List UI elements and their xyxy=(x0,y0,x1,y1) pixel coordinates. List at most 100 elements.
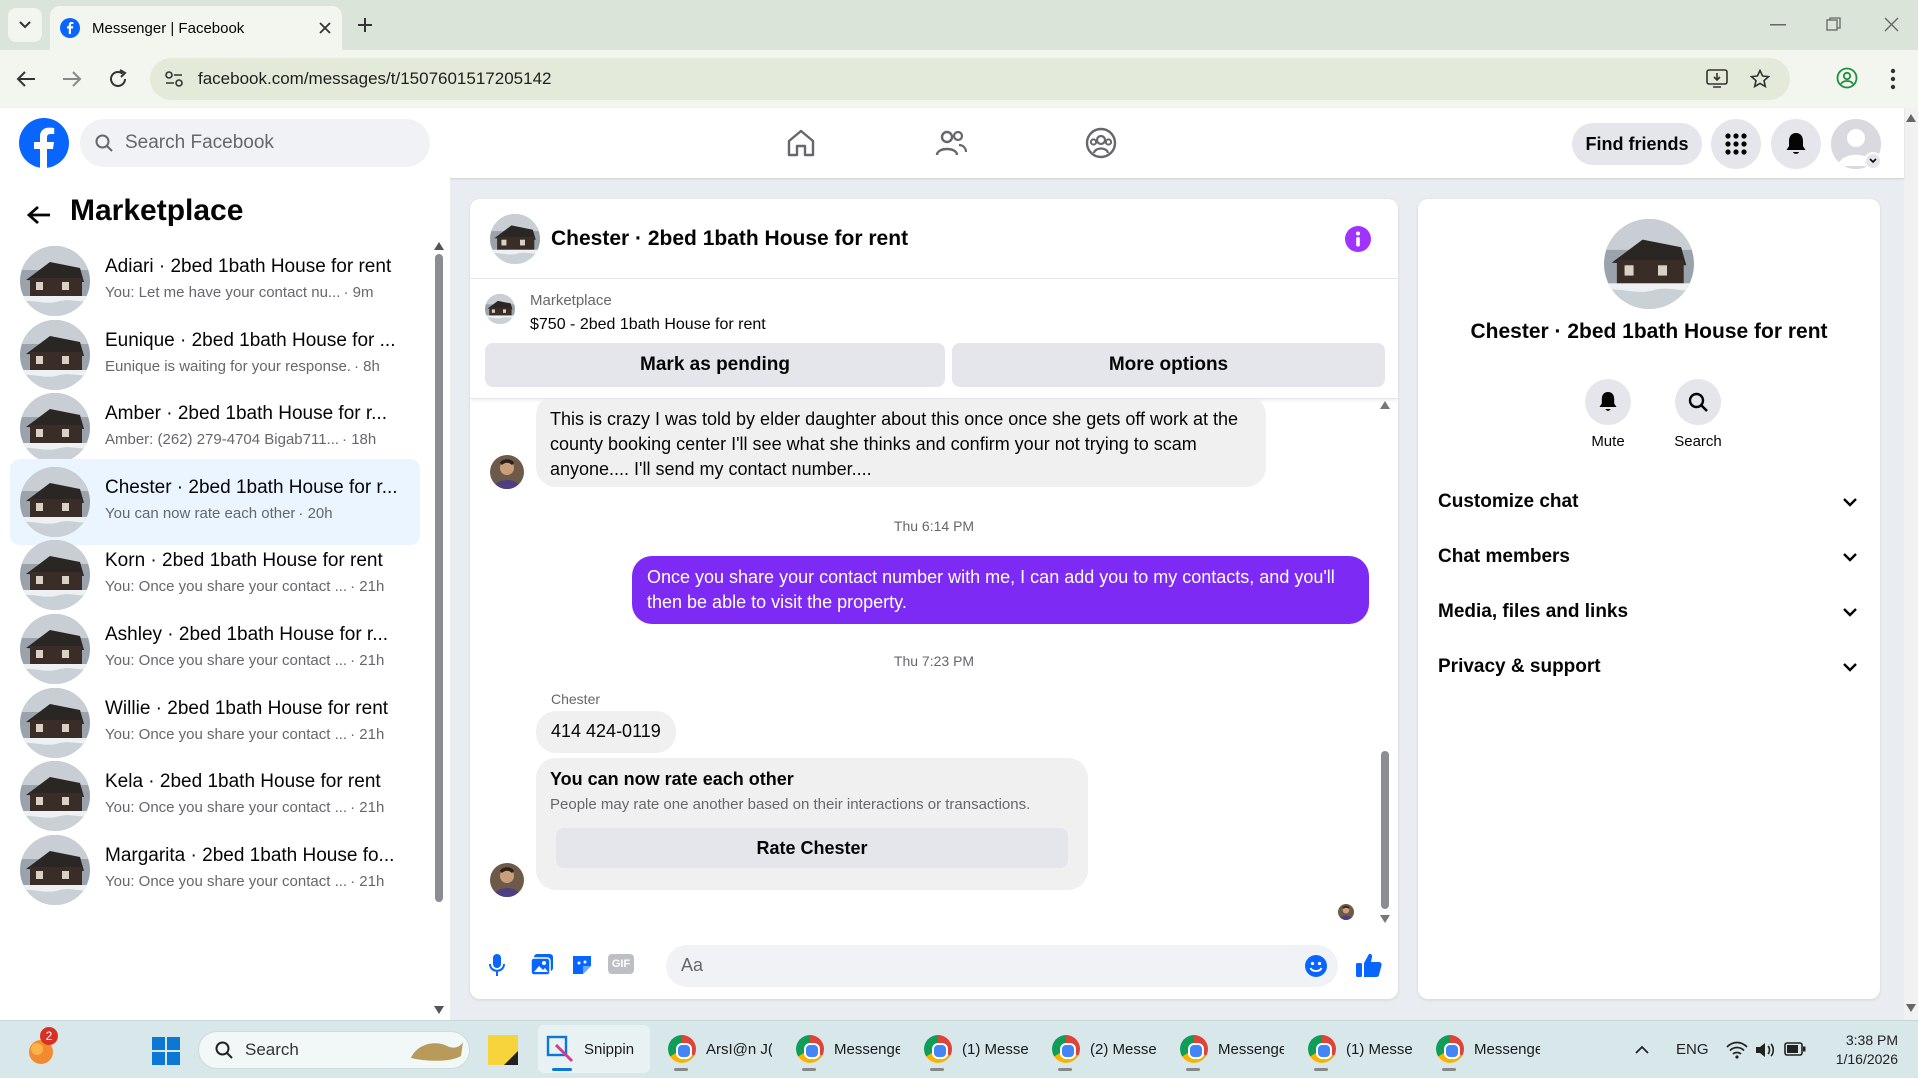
facebook-logo-icon[interactable] xyxy=(19,118,69,168)
site-settings-icon[interactable] xyxy=(164,70,184,88)
browser-tab[interactable]: Messenger | Facebook xyxy=(50,6,342,50)
account-dropdown-badge[interactable] xyxy=(1864,152,1882,170)
listing-thumbnail[interactable] xyxy=(485,294,515,324)
language-indicator[interactable]: ENG xyxy=(1676,1041,1709,1058)
chester-avatar[interactable] xyxy=(490,455,524,489)
mark-as-pending-button[interactable]: Mark as pending xyxy=(485,343,945,387)
sticker-icon[interactable] xyxy=(570,953,594,977)
close-icon[interactable] xyxy=(318,21,332,35)
chrome-window-app[interactable]: ArsI@n J( xyxy=(660,1025,772,1073)
back-icon[interactable] xyxy=(16,70,36,88)
chrome-window-app[interactable]: (1) Messe xyxy=(1300,1025,1412,1073)
page-title: Marketplace xyxy=(70,194,244,227)
friends-icon[interactable] xyxy=(935,128,967,158)
composer: GIF Aa xyxy=(470,939,1398,999)
scroll-up-icon[interactable] xyxy=(1380,401,1390,409)
tab-search-dropdown[interactable] xyxy=(8,8,42,42)
forward-icon[interactable] xyxy=(62,70,82,88)
customize-chat-section[interactable]: Customize chat xyxy=(1438,482,1858,522)
conversation-name: Willie · 2bed 1bath House for rent xyxy=(105,697,389,719)
snippet-time: · 20h xyxy=(298,504,333,522)
profile-icon[interactable] xyxy=(1836,67,1858,89)
notifications-button[interactable] xyxy=(1771,119,1821,169)
mute-label: Mute xyxy=(1591,433,1625,450)
info-icon[interactable] xyxy=(1345,226,1371,252)
message-input[interactable]: Aa xyxy=(666,945,1338,987)
find-friends-button[interactable]: Find friends xyxy=(1572,123,1702,165)
groups-icon[interactable] xyxy=(1085,127,1117,159)
snippet-time: · 8h xyxy=(353,357,380,375)
microphone-icon[interactable] xyxy=(488,953,506,977)
taskbar-app-label: Messenge xyxy=(1474,1040,1540,1058)
search-in-conversation-button[interactable]: Search xyxy=(1668,379,1728,450)
details-avatar[interactable] xyxy=(1604,219,1694,309)
chrome-window-app[interactable]: Messenge xyxy=(1428,1025,1540,1073)
back-arrow-icon[interactable] xyxy=(27,205,51,225)
scroll-down-icon[interactable] xyxy=(1906,1004,1916,1012)
search-icon xyxy=(1688,392,1708,412)
media-files-links-section[interactable]: Media, files and links xyxy=(1438,592,1858,632)
thread-scrollbar[interactable] xyxy=(1378,401,1392,923)
more-options-button[interactable]: More options xyxy=(952,343,1385,387)
widgets-button[interactable]: 2 xyxy=(24,1027,58,1067)
menu-button[interactable] xyxy=(1711,119,1761,169)
taskbar-app-label: (1) Messe xyxy=(1346,1040,1412,1058)
conversation-item[interactable]: Margarita · 2bed 1bath House fo... You: O… xyxy=(10,827,420,913)
snipping-tool-app[interactable]: Snippin xyxy=(538,1025,650,1073)
chevron-down-icon xyxy=(1843,553,1857,562)
snippet-text: You: Once you share your contact ... xyxy=(105,578,348,596)
reload-icon[interactable] xyxy=(107,68,129,90)
scroll-down-icon[interactable] xyxy=(434,1006,444,1014)
wifi-icon[interactable] xyxy=(1726,1041,1748,1059)
photo-icon[interactable] xyxy=(530,953,554,977)
like-icon[interactable] xyxy=(1355,952,1383,978)
close-window-icon[interactable] xyxy=(1884,17,1899,32)
taskbar-search[interactable]: Search xyxy=(198,1031,470,1069)
volume-icon[interactable] xyxy=(1754,1041,1776,1059)
chat-title[interactable]: Chester · 2bed 1bath House for rent xyxy=(551,227,908,251)
mute-button[interactable]: Mute xyxy=(1578,379,1638,450)
scroll-up-icon[interactable] xyxy=(1906,114,1916,122)
chat-members-section[interactable]: Chat members xyxy=(1438,537,1858,577)
chrome-window-app[interactable]: Messenge xyxy=(788,1025,900,1073)
kebab-menu-icon[interactable] xyxy=(1890,68,1896,90)
snippet-time: · 21h xyxy=(350,872,385,890)
minimize-icon[interactable] xyxy=(1770,24,1786,26)
new-tab-icon[interactable] xyxy=(356,16,374,34)
privacy-support-section[interactable]: Privacy & support xyxy=(1438,647,1858,687)
bookmark-star-icon[interactable] xyxy=(1750,69,1770,89)
conversation-snippet: You: Once you share your contact ... · 21… xyxy=(105,873,410,890)
home-icon[interactable] xyxy=(786,128,816,158)
scroll-down-icon[interactable] xyxy=(1380,915,1390,923)
sticky-notes-app[interactable] xyxy=(488,1035,518,1065)
chrome-window-app[interactable]: (1) Messe xyxy=(916,1025,1028,1073)
chat-avatar[interactable] xyxy=(490,214,540,264)
clock[interactable]: 3:38 PM 1/16/2026 xyxy=(1818,1031,1898,1069)
running-indicator xyxy=(552,1068,572,1071)
scrollbar-thumb[interactable] xyxy=(1381,751,1389,909)
chevron-up-icon[interactable] xyxy=(1634,1045,1650,1055)
rate-each-other-card: You can now rate each other People may r… xyxy=(536,758,1088,890)
taskbar-search-label: Search xyxy=(245,1040,299,1059)
rate-chester-button[interactable]: Rate Chester xyxy=(556,828,1068,868)
install-app-icon[interactable] xyxy=(1706,69,1728,89)
chester-avatar[interactable] xyxy=(490,863,524,897)
gif-button[interactable]: GIF xyxy=(608,954,634,974)
chrome-window-app[interactable]: Messenge xyxy=(1172,1025,1284,1073)
listing-title[interactable]: $750 - 2bed 1bath House for rent xyxy=(530,316,766,334)
chrome-window-app[interactable]: (2) Messe xyxy=(1044,1025,1156,1073)
battery-icon[interactable] xyxy=(1784,1042,1806,1056)
running-indicator xyxy=(1442,1068,1456,1071)
rate-subtitle: People may rate one another based on the… xyxy=(550,796,1031,813)
restore-icon[interactable] xyxy=(1826,17,1841,32)
section-label: Media, files and links xyxy=(1438,601,1629,622)
scroll-up-icon[interactable] xyxy=(434,242,444,250)
facebook-search-input[interactable]: Search Facebook xyxy=(80,119,430,167)
windows-start-icon[interactable] xyxy=(152,1037,180,1065)
page-scrollbar[interactable] xyxy=(1904,108,1918,1020)
scrollbar-thumb[interactable] xyxy=(435,254,443,902)
emoji-icon[interactable] xyxy=(1304,954,1328,978)
snippet-time: · 21h xyxy=(350,578,385,596)
address-bar[interactable]: facebook.com/messages/t/1507601517205142 xyxy=(150,58,1790,100)
conversation-scrollbar[interactable] xyxy=(432,242,446,1014)
